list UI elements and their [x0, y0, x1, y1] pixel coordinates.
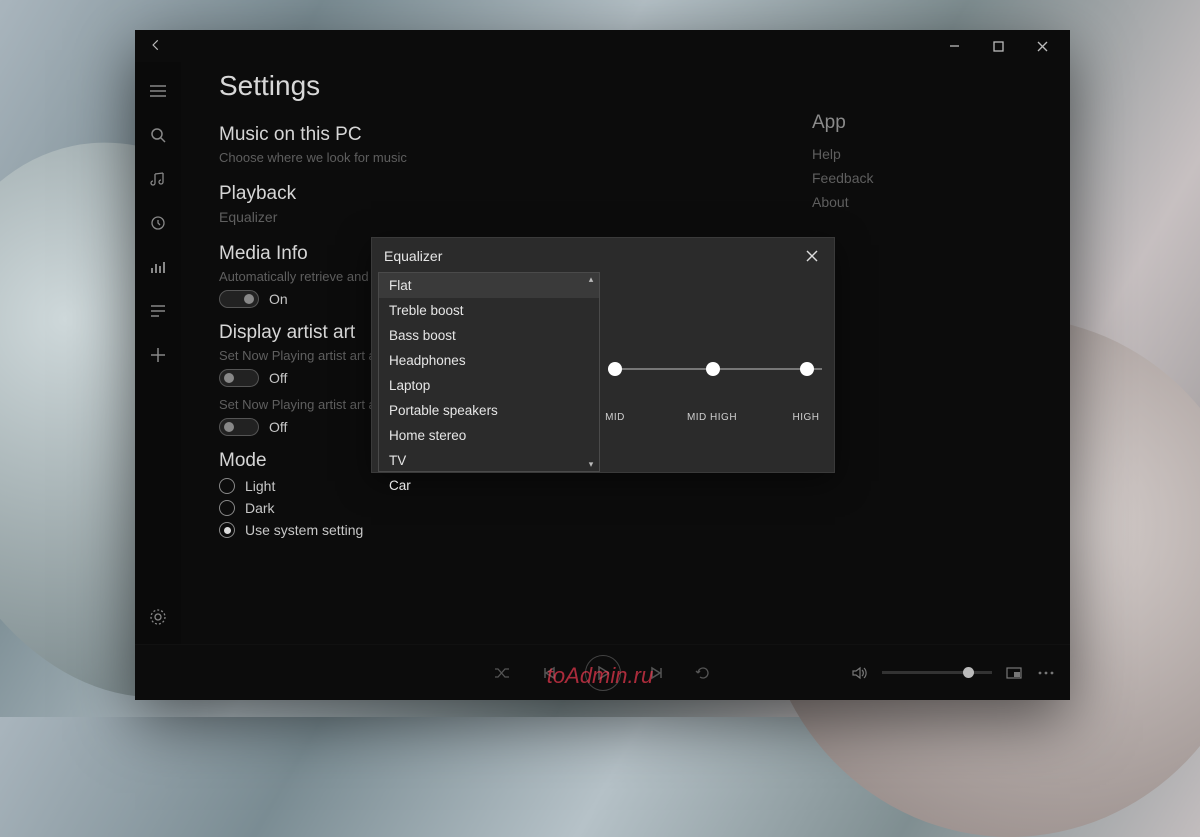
hamburger-icon[interactable] — [135, 78, 181, 104]
slider-label-midhigh: MID HIGH — [682, 412, 742, 423]
eq-option-bass[interactable]: Bass boost — [379, 323, 599, 348]
slider-label-high: HIGH — [776, 412, 836, 423]
eq-option-homestereo[interactable]: Home stereo — [379, 423, 599, 448]
miniplayer-icon[interactable] — [1004, 663, 1024, 683]
equalizer-close-button[interactable] — [802, 246, 822, 266]
artistart-toggle2-label: Off — [269, 419, 287, 435]
eq-option-portable[interactable]: Portable speakers — [379, 398, 599, 423]
previous-icon[interactable] — [539, 663, 559, 683]
recent-icon[interactable] — [135, 210, 181, 236]
playlists-icon[interactable] — [135, 298, 181, 324]
eq-option-car[interactable]: Car — [379, 473, 599, 498]
next-icon[interactable] — [647, 663, 667, 683]
play-button[interactable] — [585, 655, 621, 691]
shuffle-icon[interactable] — [493, 663, 513, 683]
volume-icon[interactable] — [850, 663, 870, 683]
back-button[interactable] — [135, 38, 177, 55]
mediainfo-toggle[interactable] — [219, 290, 259, 308]
slider-label-mid: MID — [585, 412, 645, 423]
settings-gear-icon[interactable] — [135, 604, 181, 630]
mediainfo-toggle-label: On — [269, 291, 288, 307]
artistart-toggle-2[interactable] — [219, 418, 259, 436]
eq-option-tv[interactable]: TV — [379, 448, 599, 473]
music-icon[interactable] — [135, 166, 181, 192]
slider-thumb-mid[interactable] — [608, 362, 622, 376]
equalizer-preset-dropdown[interactable]: ▴ Flat Treble boost Bass boost Headphone… — [378, 272, 600, 472]
eq-option-headphones[interactable]: Headphones — [379, 348, 599, 373]
artistart-toggle1-label: Off — [269, 370, 287, 386]
slider-thumb-high[interactable] — [800, 362, 814, 376]
mode-option-system[interactable]: Use system setting — [219, 522, 812, 538]
maximize-button[interactable] — [976, 30, 1020, 62]
scroll-up-icon[interactable]: ▴ — [585, 274, 597, 285]
eq-option-laptop[interactable]: Laptop — [379, 373, 599, 398]
now-playing-icon[interactable] — [135, 254, 181, 280]
section-playback-title: Playback — [219, 183, 812, 205]
eq-option-treble[interactable]: Treble boost — [379, 298, 599, 323]
repeat-icon[interactable] — [693, 663, 713, 683]
titlebar — [135, 30, 1070, 62]
sidebar — [135, 62, 181, 644]
scroll-down-icon[interactable]: ▾ — [585, 459, 597, 470]
more-icon[interactable] — [1036, 663, 1056, 683]
app-link-feedback[interactable]: Feedback — [812, 170, 1032, 186]
minimize-button[interactable] — [932, 30, 976, 62]
artistart-toggle-1[interactable] — [219, 369, 259, 387]
page-title: Settings — [219, 70, 812, 102]
section-music-title: Music on this PC — [219, 124, 812, 146]
equalizer-link[interactable]: Equalizer — [219, 209, 812, 225]
app-link-about[interactable]: About — [812, 194, 1032, 210]
equalizer-dialog: Equalizer ▴ Flat Treble boost Bass boost… — [371, 237, 835, 473]
add-icon[interactable] — [135, 342, 181, 368]
volume-slider[interactable] — [882, 671, 992, 674]
close-button[interactable] — [1020, 30, 1064, 62]
equalizer-title: Equalizer — [384, 248, 442, 264]
app-link-help[interactable]: Help — [812, 146, 1032, 162]
eq-option-flat[interactable]: Flat — [379, 273, 599, 298]
mode-option-dark[interactable]: Dark — [219, 500, 812, 516]
section-music-subtitle: Choose where we look for music — [219, 150, 812, 165]
app-panel-title: App — [812, 112, 1032, 134]
search-icon[interactable] — [135, 122, 181, 148]
equalizer-sliders: MID MID HIGH HIGH — [600, 272, 834, 472]
playbar — [135, 644, 1070, 700]
slider-thumb-midhigh[interactable] — [706, 362, 720, 376]
